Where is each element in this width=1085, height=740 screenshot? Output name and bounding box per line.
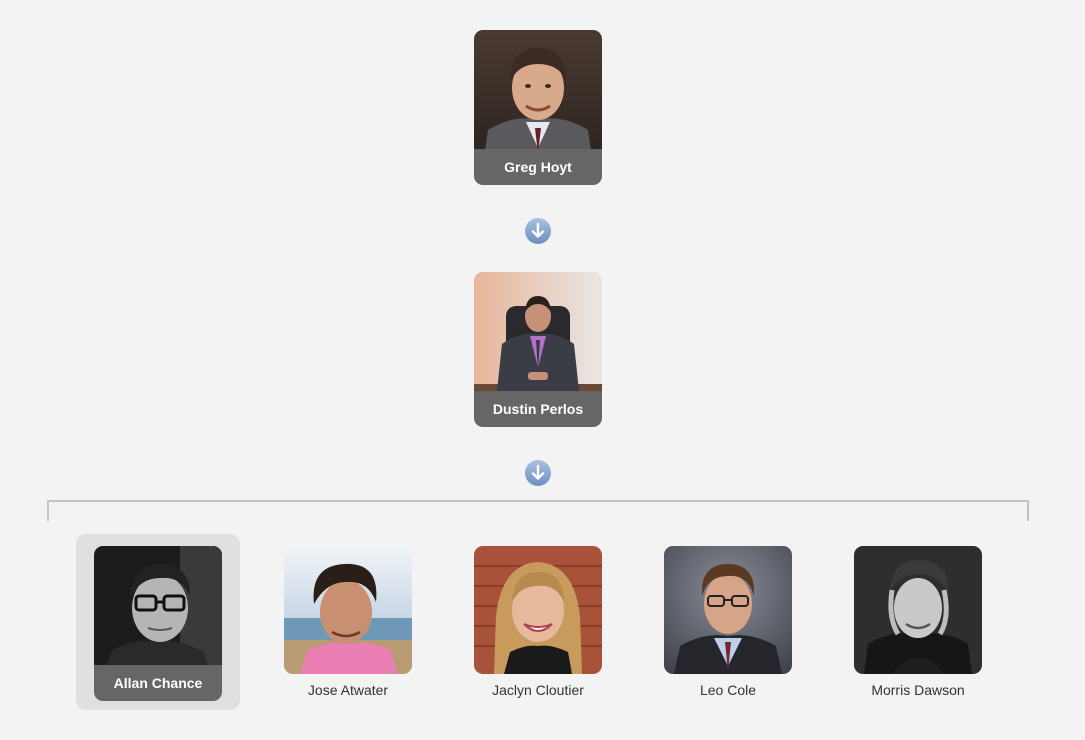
- children-connector: [47, 500, 1029, 521]
- org-card-morris-dawson[interactable]: Morris Dawson: [854, 546, 982, 698]
- avatar: [94, 546, 222, 674]
- card-name: Greg Hoyt: [474, 149, 602, 185]
- child-name: Jose Atwater: [307, 682, 389, 698]
- avatar: [284, 546, 412, 674]
- avatar: [474, 546, 602, 674]
- child-name: Morris Dawson: [871, 682, 965, 698]
- org-card-jose-atwater[interactable]: Jose Atwater: [284, 546, 412, 698]
- card-name: Allan Chance: [94, 665, 222, 701]
- card-name: Dustin Perlos: [474, 391, 602, 427]
- avatar: [474, 30, 602, 158]
- child-name: Jaclyn Cloutier: [492, 682, 584, 698]
- child-name: Leo Cole: [699, 682, 757, 698]
- avatar: [664, 546, 792, 674]
- avatar: [474, 272, 602, 400]
- org-card-dustin-perlos[interactable]: Dustin Perlos: [474, 272, 602, 427]
- arrow-down-circle-icon[interactable]: [525, 460, 551, 486]
- avatar: [854, 546, 982, 674]
- org-card-allan-chance[interactable]: Allan Chance: [94, 546, 222, 701]
- org-chart: Greg Hoyt Dustin Perlos Allan Chance Jos…: [0, 0, 1085, 740]
- arrow-down-circle-icon[interactable]: [525, 218, 551, 244]
- org-card-leo-cole[interactable]: Leo Cole: [664, 546, 792, 698]
- org-card-jaclyn-cloutier[interactable]: Jaclyn Cloutier: [474, 546, 602, 698]
- org-card-greg-hoyt[interactable]: Greg Hoyt: [474, 30, 602, 185]
